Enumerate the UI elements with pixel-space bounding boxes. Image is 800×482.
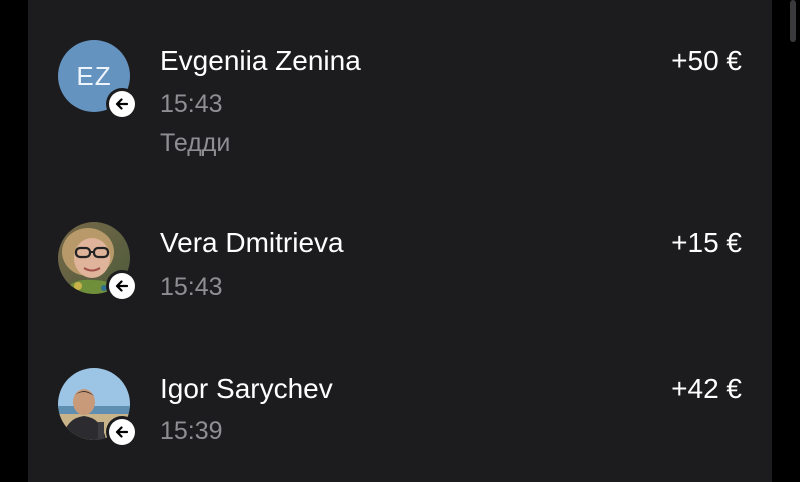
arrow-left-icon — [115, 98, 129, 110]
arrow-left-icon — [115, 280, 129, 292]
transaction-time: 15:43 — [160, 273, 223, 301]
sender-name: Igor Sarychev — [160, 373, 333, 404]
transaction-amount: +42 € — [671, 373, 742, 404]
avatar-container — [58, 222, 138, 302]
sender-name: Evgeniia Zenina — [160, 45, 361, 76]
transactions-panel: EZ Evgeniia Zenina 15:43 Тедди +50 € Ver… — [28, 0, 772, 482]
transaction-time: 15:43 — [160, 90, 223, 118]
transaction-row[interactable]: Igor Sarychev 15:39 +42 € — [28, 368, 772, 458]
avatar-container — [58, 368, 138, 448]
incoming-badge — [106, 88, 138, 120]
transaction-time: 15:39 — [160, 417, 223, 445]
avatar-initials: EZ — [76, 60, 112, 91]
incoming-badge — [106, 270, 138, 302]
incoming-badge — [106, 416, 138, 448]
arrow-left-icon — [115, 426, 129, 438]
avatar-container: EZ — [58, 40, 138, 120]
transaction-row[interactable]: EZ Evgeniia Zenina 15:43 Тедди +50 € — [28, 40, 772, 170]
transaction-comment: Тедди — [160, 129, 231, 157]
transaction-row[interactable]: Vera Dmitrieva 15:43 +15 € — [28, 222, 772, 312]
scrollbar[interactable] — [790, 0, 796, 42]
transaction-amount: +15 € — [671, 227, 742, 258]
sender-name: Vera Dmitrieva — [160, 227, 344, 258]
transaction-amount: +50 € — [671, 45, 742, 76]
